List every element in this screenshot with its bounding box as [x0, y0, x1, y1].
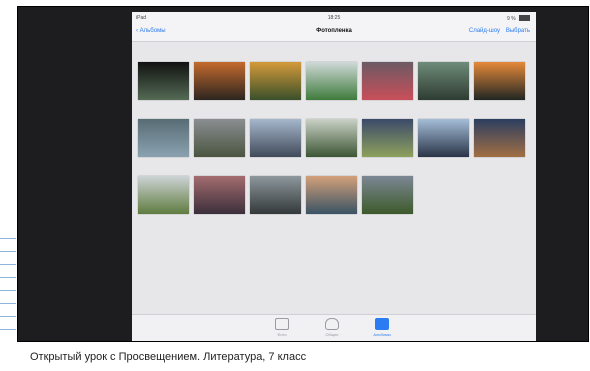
photo-grid	[132, 12, 536, 341]
tab-bar: Фото Общие Альбомы	[132, 314, 536, 341]
photo-thumbnail[interactable]	[138, 62, 189, 100]
photo-thumbnail[interactable]	[362, 119, 413, 157]
photo-thumbnail[interactable]	[250, 119, 301, 157]
tab-photos[interactable]: Фото	[262, 318, 302, 337]
video-caption: Открытый урок с Просвещением. Литература…	[30, 351, 307, 363]
photo-thumbnail[interactable]	[474, 119, 525, 157]
photo-thumbnail[interactable]	[250, 176, 301, 214]
photo-thumbnail[interactable]	[250, 62, 301, 100]
photo-thumbnail[interactable]	[418, 119, 469, 157]
photo-thumbnail[interactable]	[194, 119, 245, 157]
video-frame: iPad 18:25 9 % ‹ Альбомы Фотопленка Слай…	[17, 6, 589, 342]
photo-thumbnail[interactable]	[306, 176, 357, 214]
cloud-tab-icon	[325, 318, 339, 330]
tab-albums[interactable]: Альбомы	[362, 318, 402, 337]
photo-thumbnail[interactable]	[306, 119, 357, 157]
photo-thumbnail[interactable]	[362, 62, 413, 100]
photo-thumbnail[interactable]	[138, 176, 189, 214]
photos-tab-icon	[275, 318, 289, 330]
photo-thumbnail[interactable]	[306, 62, 357, 100]
tab-shared[interactable]: Общие	[312, 318, 352, 337]
ipad-screen: iPad 18:25 9 % ‹ Альбомы Фотопленка Слай…	[132, 12, 536, 341]
photo-thumbnail[interactable]	[194, 176, 245, 214]
albums-tab-icon	[375, 318, 389, 330]
photo-thumbnail[interactable]	[362, 176, 413, 214]
photo-thumbnail[interactable]	[194, 62, 245, 100]
left-margin-ruler	[0, 238, 16, 342]
photo-thumbnail[interactable]	[418, 62, 469, 100]
photo-thumbnail[interactable]	[474, 62, 525, 100]
photo-thumbnail[interactable]	[138, 119, 189, 157]
